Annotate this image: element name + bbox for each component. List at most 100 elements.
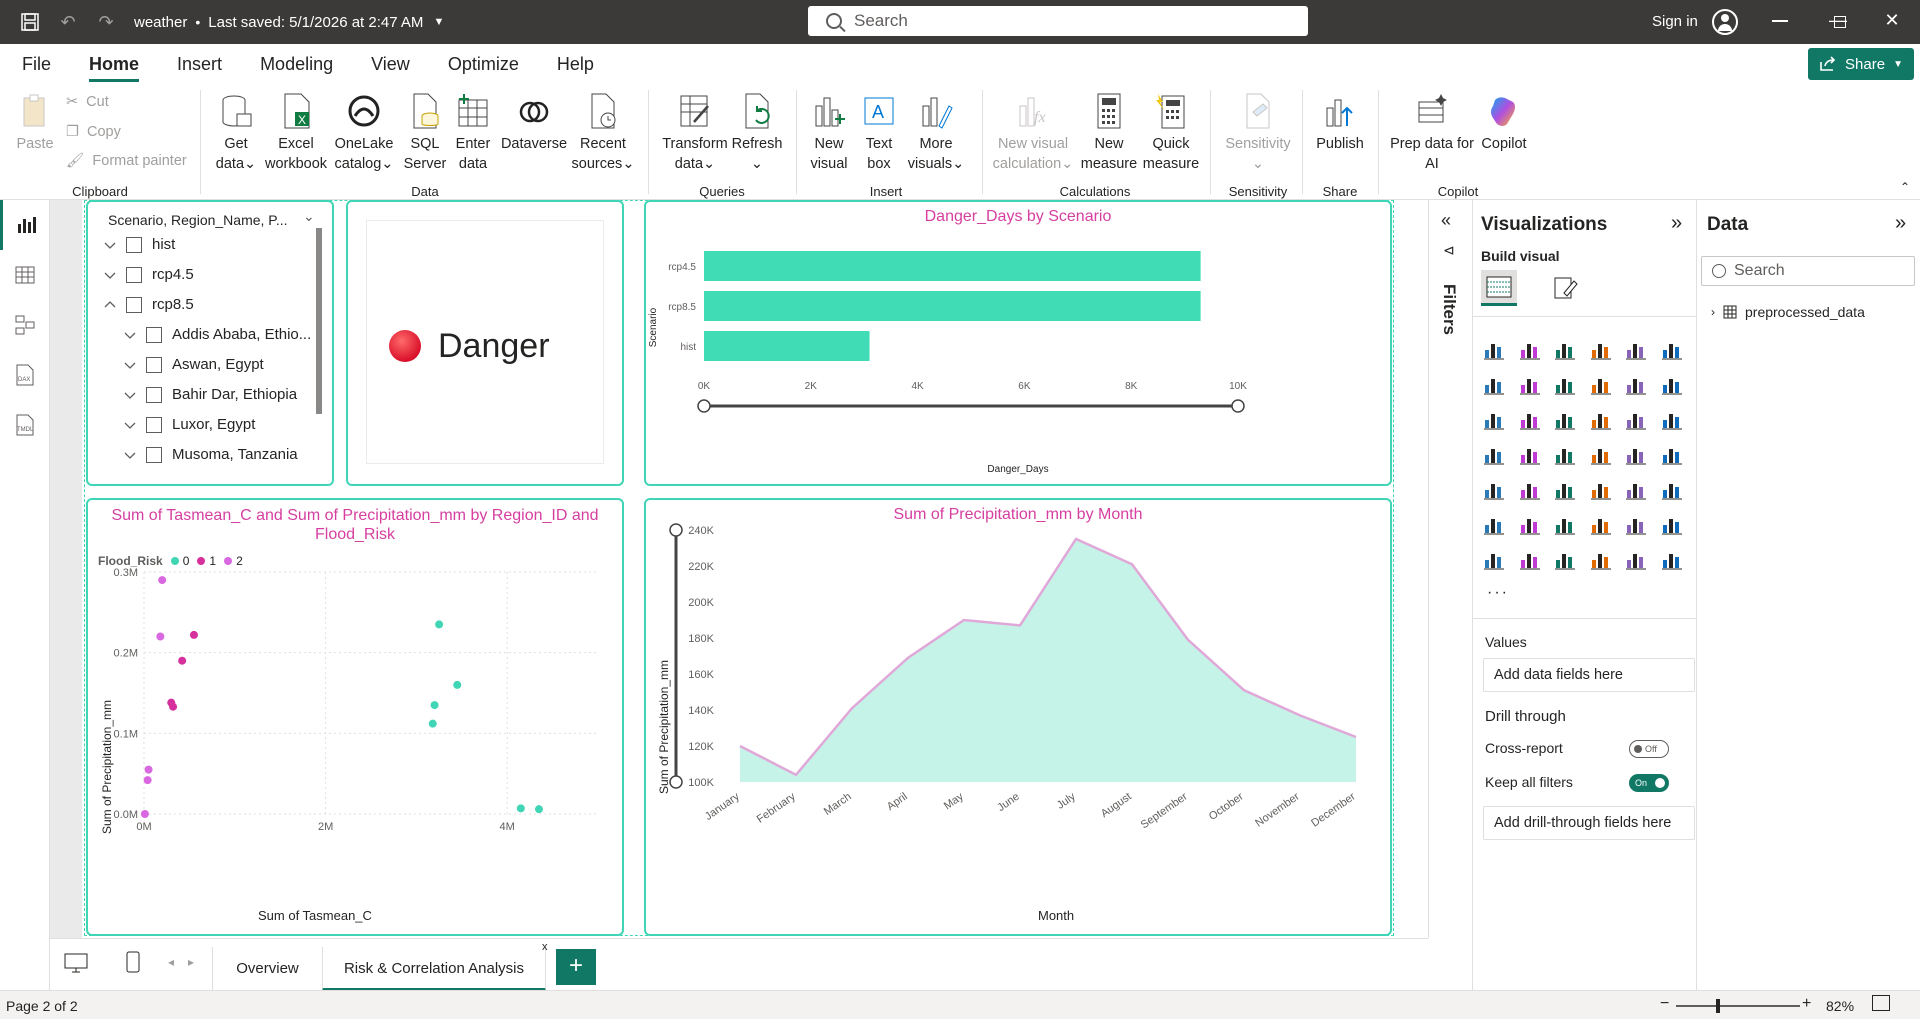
tab-modeling[interactable]: Modeling [241,44,352,84]
qa-icon[interactable] [1554,513,1578,537]
slicer-icon[interactable] [1554,478,1578,502]
clustered-bar-icon[interactable] [1554,338,1578,362]
collapse-ribbon-icon[interactable]: ⌃ [1900,180,1910,194]
filters-label[interactable]: Filters [1439,284,1459,335]
values-drop-well[interactable]: Add data fields here [1483,658,1695,692]
power-apps-icon[interactable] [1661,513,1685,537]
table-view-icon[interactable] [0,250,50,300]
ribbon-icon[interactable] [1483,408,1507,432]
mobile-layout-icon[interactable] [126,951,140,976]
checkbox[interactable] [126,236,142,253]
slicer-item-rcp45[interactable]: rcp4.5 [104,266,194,283]
tmdl-view-icon[interactable]: TMDL [0,400,50,450]
dax-query-view-icon[interactable]: DAX [0,350,50,400]
prep-data-for-ai-button[interactable]: Prep data for AI [1386,92,1478,174]
publish-button[interactable]: Publish [1310,92,1370,154]
data-search-input[interactable]: Search [1701,256,1915,286]
paginated-icon[interactable] [1625,513,1649,537]
collapse-visualizations-icon[interactable]: » [1671,212,1682,235]
cut-button[interactable]: ✂ Cut [66,94,109,110]
bar-chart-visual[interactable]: Danger_Days by Scenario rcp4.5 rcp8.5 hist… [644,200,1392,486]
metrics-icon[interactable] [1519,548,1543,572]
multi-row-card-icon[interactable] [1483,478,1507,502]
table-icon[interactable] [1590,478,1614,502]
map-icon[interactable] [1519,443,1543,467]
funnel-icon[interactable] [1554,408,1578,432]
sign-in-link[interactable]: Sign in [1652,13,1698,30]
save-icon[interactable] [14,6,46,38]
expand-filters-icon[interactable]: « [1441,210,1451,231]
filled-map-icon[interactable] [1554,443,1578,467]
sql-server-button[interactable]: SQL Server [400,92,450,174]
treemap-icon[interactable] [1483,443,1507,467]
100-area-icon[interactable] [1590,373,1614,397]
sensitivity-button[interactable]: Sensitivity ⌄ [1220,92,1296,174]
r-visual-icon[interactable] [1625,478,1649,502]
power-automate-icon[interactable] [1483,548,1507,572]
document-title[interactable]: weather [134,14,187,31]
report-view-icon[interactable] [0,200,50,250]
avatar[interactable] [1712,9,1738,35]
checkbox[interactable] [146,416,162,433]
new-visual-button[interactable]: New visual [806,92,852,174]
checkbox[interactable] [146,446,162,463]
donut-icon[interactable] [1661,408,1685,432]
scatter-chart-visual[interactable]: Sum of Tasmean_C and Sum of Precipitatio… [86,498,624,936]
area-chart-visual[interactable]: Sum of Precipitation_mm by Month 100K 120… [644,498,1392,936]
text-box-button[interactable]: A Text box [856,92,902,174]
new-measure-button[interactable]: New measure [1078,92,1140,174]
build-visual-tab[interactable] [1481,270,1517,306]
get-data-button[interactable]: Get data⌄ [208,92,264,174]
tab-home[interactable]: Home [70,44,158,84]
stacked-area-icon[interactable] [1554,373,1578,397]
zoom-out-icon[interactable]: − [1660,995,1669,1013]
zoom-in-icon[interactable]: + [1802,995,1811,1013]
key-influencers-icon[interactable] [1483,513,1507,537]
smart-narrative-icon[interactable] [1590,513,1614,537]
quick-measure-button[interactable]: Quick measure [1140,92,1202,174]
area-icon[interactable] [1519,373,1543,397]
recent-sources-button[interactable]: Recent sources⌄ [570,92,636,174]
last-saved-text[interactable]: Last saved: 5/1/2026 at 2:47 AM [208,14,423,31]
status-card-visual[interactable]: Danger [346,200,624,486]
cross-report-toggle[interactable]: Off [1629,740,1669,758]
slicer-scrollbar[interactable] [316,228,322,414]
pie-icon[interactable] [1625,408,1649,432]
next-page-icon[interactable]: ▸ [188,955,194,969]
close-icon[interactable]: ✕ [1872,10,1912,34]
slicer-visual[interactable]: Scenario, Region_Name, P... ⌄ hist rcp4.… [86,200,334,486]
tab-help[interactable]: Help [538,44,613,84]
copilot-button[interactable]: Copilot [1476,92,1532,154]
gauge-icon[interactable] [1625,443,1649,467]
tab-optimize[interactable]: Optimize [429,44,538,84]
tab-risk-correlation[interactable]: Risk & Correlation Analysis [322,947,546,991]
format-visual-tab[interactable] [1547,270,1583,306]
python-visual-icon[interactable] [1661,478,1685,502]
search-input[interactable]: Search [808,6,1308,36]
line-column-icon[interactable] [1625,373,1649,397]
line-clustered-icon[interactable] [1661,373,1685,397]
waterfall-icon[interactable] [1519,408,1543,432]
tab-insert[interactable]: Insert [158,44,241,84]
close-tab-icon[interactable]: x [542,941,548,953]
dataverse-button[interactable]: Dataverse [498,92,570,154]
clustered-column-icon[interactable] [1590,338,1614,362]
arrow-icon[interactable] [1661,548,1685,572]
100-bar-icon[interactable] [1625,338,1649,362]
keep-filters-toggle[interactable]: On [1629,774,1669,792]
slicer-subitem[interactable]: Luxor, Egypt [124,416,255,433]
data-table-item[interactable]: › preprocessed_data [1711,304,1865,320]
chevron-down-icon[interactable]: ⌄ [303,208,315,225]
chevron-down-icon[interactable]: ▼ [433,16,444,28]
slicer-item-rcp85[interactable]: rcp8.5 [104,296,194,313]
excel-workbook-button[interactable]: X Excel workbook [262,92,330,174]
restore-icon[interactable] [1820,12,1860,36]
azure-map-icon[interactable] [1590,443,1614,467]
zoom-slider[interactable] [1676,999,1800,1013]
scatter-icon[interactable] [1590,408,1614,432]
refresh-button[interactable]: Refresh ⌄ [730,92,784,174]
add-page-button[interactable]: + [556,949,596,985]
slicer-subitem[interactable]: Bahir Dar, Ethiopia [124,386,297,403]
100-column-icon[interactable] [1661,338,1685,362]
format-painter-button[interactable]: 🖌 Format painter [66,152,187,170]
